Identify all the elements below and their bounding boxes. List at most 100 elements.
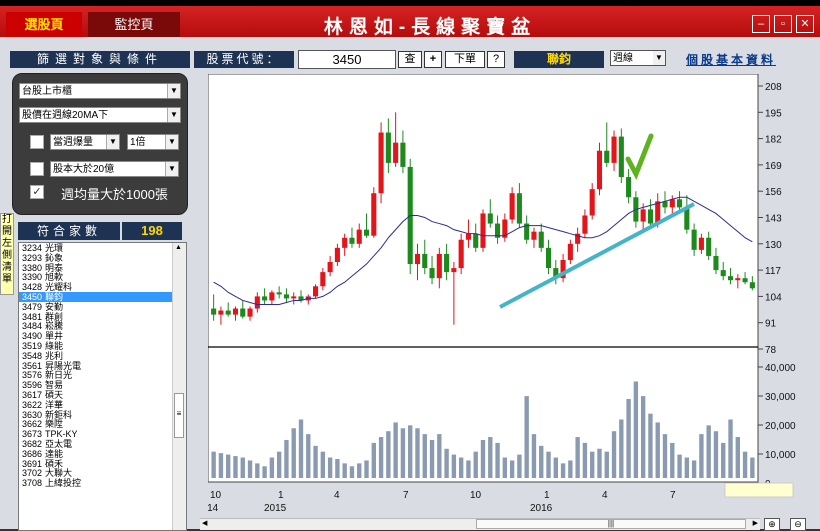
x-tick-label: 7 <box>403 490 409 501</box>
candle-body <box>567 243 573 260</box>
stock-code-input[interactable]: 3450 <box>298 50 396 69</box>
volume-tick-label: 10,000 <box>765 450 796 461</box>
period-select-value: 週線 <box>613 53 633 64</box>
stock-list-item[interactable]: 3662 樂陞 <box>19 419 186 429</box>
zoom-out-icon[interactable]: ⊖ <box>790 518 806 531</box>
multiplier-select-value: 1倍 <box>130 137 146 148</box>
volume-bar <box>371 442 376 478</box>
stock-list-item[interactable]: 3479 安勤 <box>19 302 186 312</box>
vertical-scrollbar[interactable]: ▲ ≡ <box>172 243 186 530</box>
candle-body <box>727 276 734 281</box>
stock-list-item[interactable]: 3548 兆利 <box>19 351 186 361</box>
zoom-in-icon[interactable]: ⊕ <box>764 518 780 531</box>
horizontal-scrollbar[interactable]: ◀ ||| ▶ <box>200 518 760 530</box>
stock-list-item[interactable]: 3484 崧騰 <box>19 321 186 331</box>
volume-bar <box>742 451 748 478</box>
stock-list-item[interactable]: 3481 群創 <box>19 312 186 322</box>
volume-bar <box>568 460 573 478</box>
volume-bar <box>255 463 260 478</box>
minimize-icon[interactable]: – <box>752 15 770 33</box>
candle-body <box>211 308 217 315</box>
stock-list[interactable]: 3234 光環 3293 鈊象 3380 明泰 3390 旭軟 3428 光耀科 3450 聯鈞 347… <box>18 242 187 531</box>
stock-list-item[interactable]: 3673 TPK-KY <box>19 429 186 439</box>
period-select[interactable]: 週線 ▼ <box>610 50 666 66</box>
condition-select[interactable]: 股價在週線20MA下 ▼ <box>19 107 181 123</box>
stock-list-item[interactable]: 3490 單井 <box>19 331 186 341</box>
capital-select[interactable]: 股本大於20億 ▼ <box>50 161 179 177</box>
open-left-list-tab[interactable]: 打開左側清單 <box>0 213 14 295</box>
stock-list-item[interactable]: 3234 光環 <box>19 243 186 253</box>
stock-code: 3293 <box>22 252 43 263</box>
candle-body <box>269 292 275 301</box>
stock-list-item[interactable]: 3702 大聯大 <box>19 468 186 478</box>
stock-list-item[interactable]: 3596 智易 <box>19 380 186 390</box>
stock-chart[interactable]: 208 195 182 169 156 143 130 117 104 91 78 40,000 30,… <box>196 73 820 516</box>
candle-body <box>626 177 632 198</box>
volume-select-value: 當週爆量 <box>53 137 93 148</box>
add-button[interactable]: + <box>424 51 442 68</box>
price-tick-label: 117 <box>765 266 781 277</box>
price-tick-label: 208 <box>765 82 782 93</box>
multiplier-select[interactable]: 1倍 ▼ <box>127 134 179 150</box>
volume-bar <box>218 453 224 478</box>
volume-select[interactable]: 當週爆量 ▼ <box>50 134 120 150</box>
capital-checkbox[interactable] <box>30 162 44 176</box>
volume-bar <box>240 457 245 478</box>
stock-list-item[interactable]: 3708 上緯投控 <box>19 478 186 488</box>
scrollbar-thumb[interactable]: ≡ <box>174 393 184 438</box>
stock-list-item[interactable]: 3622 洋華 <box>19 400 186 410</box>
stock-list-item[interactable]: 3691 碩禾 <box>19 459 186 469</box>
volume-bar <box>284 439 289 478</box>
candle-body <box>516 193 522 224</box>
scroll-up-icon[interactable]: ▲ <box>175 244 182 251</box>
candle-body <box>254 296 260 309</box>
stock-list-item[interactable]: 3293 鈊象 <box>19 253 186 263</box>
help-button[interactable]: ? <box>487 51 505 68</box>
order-button[interactable]: 下單 <box>445 51 485 68</box>
stock-list-item[interactable]: 3686 達能 <box>19 449 186 459</box>
volume-bar <box>422 434 427 478</box>
volume-bar <box>415 428 420 478</box>
tab-stock-picker[interactable]: 選股頁 <box>6 12 82 37</box>
volume-tick-label: 20,000 <box>765 421 796 432</box>
stock-list-item[interactable]: 3576 新日光 <box>19 370 186 380</box>
candle-body <box>356 229 362 244</box>
tab-monitor[interactable]: 監控頁 <box>88 12 180 37</box>
volume-bar <box>677 454 682 478</box>
stock-list-item[interactable]: 3519 綠能 <box>19 341 186 351</box>
chevron-down-icon: ▼ <box>167 108 180 122</box>
stock-code: 3673 <box>22 429 43 440</box>
scroll-right-icon[interactable]: ▶ <box>753 519 758 527</box>
stock-list-item[interactable]: 3450 聯鈞 <box>19 291 186 302</box>
stock-list-item[interactable]: 3561 昇陽光電 <box>19 361 186 371</box>
stock-list-item[interactable]: 3390 旭軟 <box>19 272 186 282</box>
candle-body <box>444 253 450 273</box>
stock-list-item[interactable]: 3682 亞太電 <box>19 439 186 449</box>
stock-list-item[interactable]: 3380 明泰 <box>19 263 186 273</box>
filter-heading: 篩選對象與條件 <box>10 51 190 68</box>
query-button[interactable]: 查 <box>398 51 422 68</box>
volume-bar <box>691 460 697 478</box>
stock-name: 兆利 <box>45 350 64 361</box>
close-icon[interactable]: ✕ <box>796 15 814 33</box>
market-select[interactable]: 台股上市櫃 ▼ <box>19 83 181 99</box>
stock-code: 3708 <box>22 478 43 489</box>
stock-name: 旭軟 <box>45 272 64 283</box>
candle-body <box>327 262 333 273</box>
avg-volume-checkbox[interactable]: ✓ <box>30 185 44 199</box>
volume-checkbox[interactable] <box>30 135 44 149</box>
basic-info-link[interactable]: 個股基本資料 <box>686 51 776 68</box>
hscroll-thumb[interactable]: ||| <box>476 519 746 529</box>
candle-body <box>262 296 268 301</box>
volume-bar <box>633 381 639 478</box>
price-tick-label: 156 <box>765 187 782 198</box>
stock-list-item[interactable]: 3630 新鉅科 <box>19 410 186 420</box>
candle-body <box>596 150 603 190</box>
volume-bar <box>211 451 216 478</box>
candle-body <box>698 237 704 250</box>
restore-icon[interactable]: ▫ <box>774 15 792 33</box>
stock-list-item[interactable]: 3428 光耀科 <box>19 282 186 292</box>
stock-name: 崧騰 <box>45 321 64 332</box>
scroll-left-icon[interactable]: ◀ <box>202 519 207 527</box>
stock-list-item[interactable]: 3617 碩天 <box>19 390 186 400</box>
